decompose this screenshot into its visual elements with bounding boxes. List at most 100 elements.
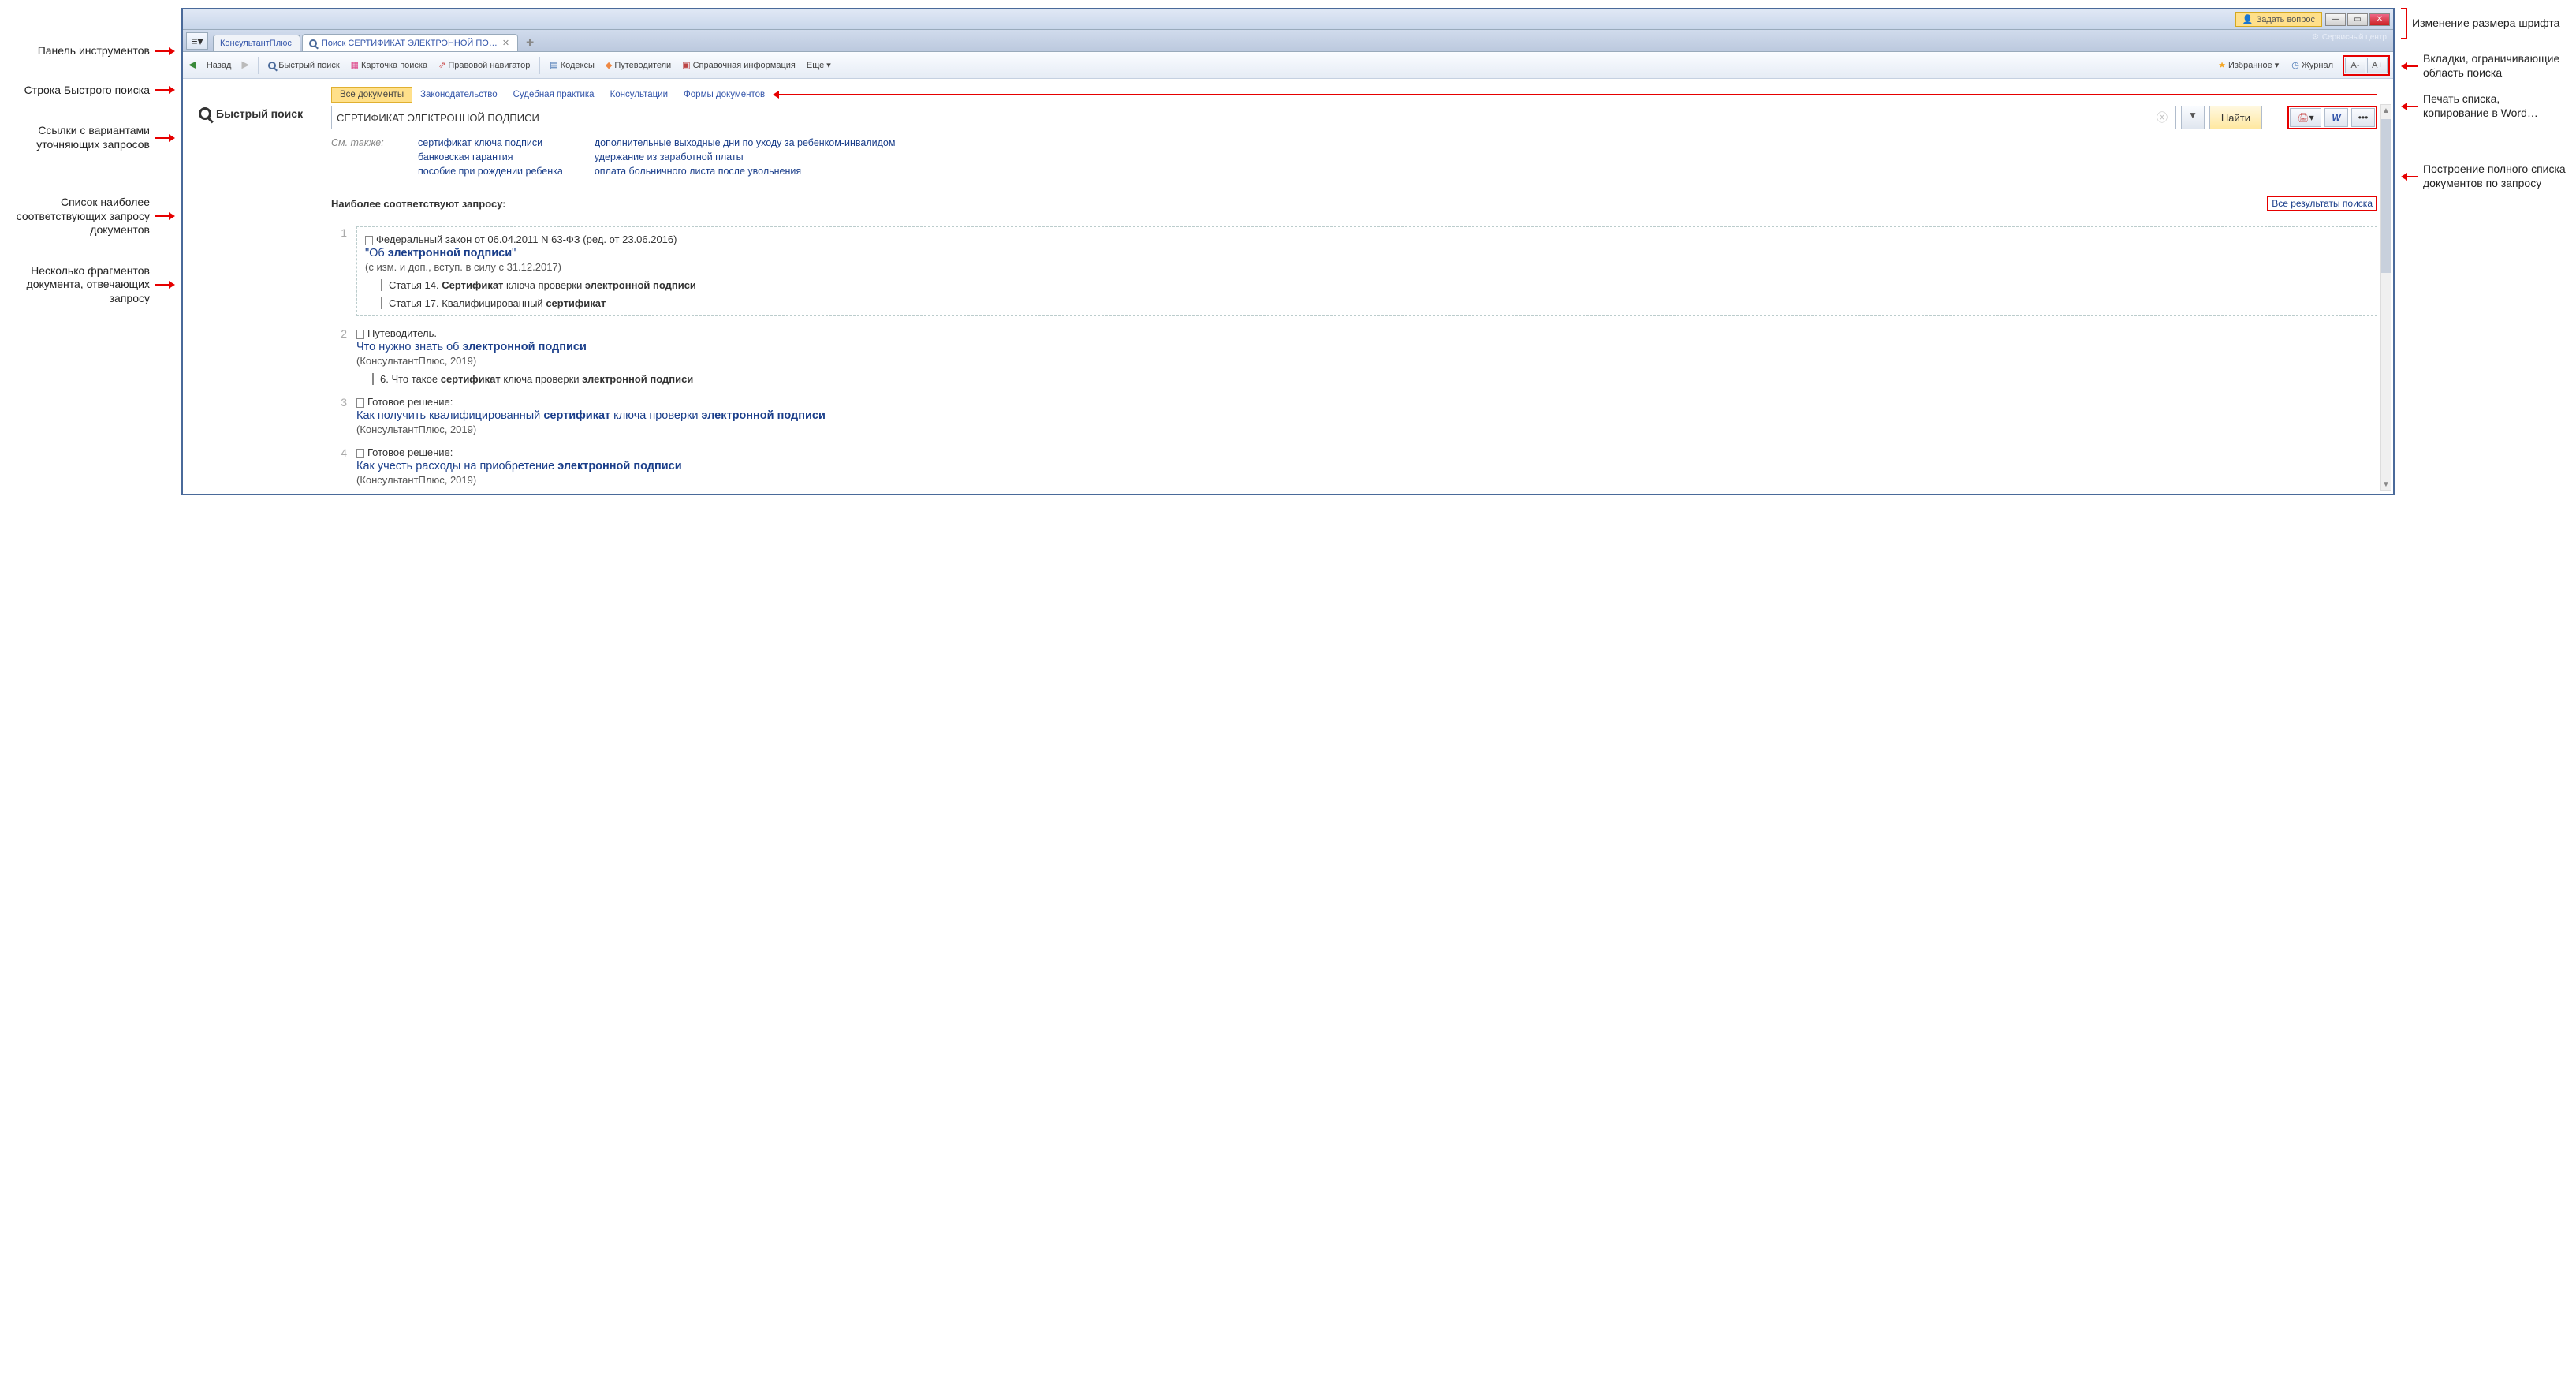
font-decrease-button[interactable]: A- <box>2345 58 2365 73</box>
more-actions-button[interactable]: ••• <box>2351 108 2375 127</box>
maximize-button[interactable]: ▭ <box>2347 13 2368 26</box>
print-button[interactable]: 🖨 ▾ <box>2290 108 2321 127</box>
right-annotations: Изменение размера шрифта Вкладки, ограни… <box>2395 8 2568 195</box>
result-title-link[interactable]: Как получить квалифицированный сертифика… <box>356 409 2377 422</box>
result-fragment[interactable]: Статья 14. Сертификат ключа проверки эле… <box>381 279 2369 291</box>
result-number: 2 <box>331 327 347 385</box>
annotation-fulllist: Построение полного списка документов по … <box>2423 162 2568 190</box>
reference-icon: ▣ <box>682 60 690 70</box>
journal-button[interactable]: ◷Журнал <box>2288 58 2336 72</box>
annotation-arrow <box>779 94 2377 95</box>
result-item: 3 Готовое решение: Как получить квалифиц… <box>331 396 2377 435</box>
star-icon: ★ <box>2218 60 2226 70</box>
filter-all[interactable]: Все документы <box>331 87 412 103</box>
annotation-suggestions: Ссылки с вариантами уточняющих запросов <box>8 124 150 151</box>
tab-close-icon[interactable]: ✕ <box>502 38 509 48</box>
favorites-button[interactable]: ★Избранное ▾ <box>2215 58 2282 72</box>
find-button[interactable]: Найти <box>2209 106 2262 129</box>
clear-icon[interactable]: ⓧ <box>2153 110 2171 125</box>
scroll-thumb[interactable] <box>2381 119 2391 273</box>
back-button[interactable]: Назад <box>203 59 235 72</box>
annotation-scopetabs: Вкладки, ограничивающие область поиска <box>2423 52 2568 80</box>
app-window: 👤 Задать вопрос — ▭ ✕ ≡▾ КонсультантПлюс… <box>181 8 2395 495</box>
search-icon <box>309 39 317 47</box>
document-icon <box>356 449 364 458</box>
minimize-button[interactable]: — <box>2325 13 2346 26</box>
result-title-link[interactable]: "Об электронной подписи" <box>365 247 2369 259</box>
result-fragment[interactable]: Статья 17. Квалифицированный сертификат <box>381 297 2369 309</box>
suggestion-link[interactable]: дополнительные выходные дни по уходу за … <box>595 137 896 148</box>
toolbar: ◄ Назад ► Быстрый поиск ▦Карточка поиска… <box>183 52 2393 79</box>
see-also-label: См. также: <box>331 137 394 180</box>
annotation-printcopy: Печать списка, копирование в Word… <box>2423 92 2568 120</box>
result-number: 4 <box>331 446 347 486</box>
card-icon: ▦ <box>351 60 359 70</box>
result-title-link[interactable]: Что нужно знать об электронной подписи <box>356 341 2377 353</box>
guide-icon: ◆ <box>606 60 612 70</box>
filter-law[interactable]: Законодательство <box>412 88 505 102</box>
search-card-button[interactable]: ▦Карточка поиска <box>348 58 431 72</box>
ask-question-button[interactable]: 👤 Задать вопрос <box>2235 12 2322 27</box>
navigator-button[interactable]: ⇗Правовой навигатор <box>435 58 533 72</box>
navigator-icon: ⇗ <box>438 60 445 70</box>
search-icon <box>268 62 276 69</box>
service-center-link[interactable]: ⚙ Сервисный центр <box>2312 33 2387 42</box>
forward-arrow-icon[interactable]: ► <box>239 58 252 73</box>
quicksearch-label: Быстрый поиск <box>199 107 303 120</box>
back-arrow-icon[interactable]: ◄ <box>186 58 199 73</box>
guides-button[interactable]: ◆Путеводители <box>602 58 674 72</box>
suggestion-link[interactable]: пособие при рождении ребенка <box>418 166 563 177</box>
result-number: 1 <box>331 226 347 316</box>
more-button[interactable]: Еще ▾ <box>803 58 834 72</box>
filter-court[interactable]: Судебная практика <box>505 88 602 102</box>
font-increase-button[interactable]: A+ <box>2367 58 2388 73</box>
quicksearch-button[interactable]: Быстрый поиск <box>265 59 342 72</box>
annotation-toolbar: Панель инструментов <box>38 44 150 58</box>
word-button[interactable]: W <box>2324 108 2348 127</box>
result-title-link[interactable]: Как учесть расходы на приобретение элект… <box>356 460 2377 472</box>
tabs-row: ≡▾ КонсультантПлюс Поиск СЕРТИФИКАТ ЭЛЕК… <box>183 30 2393 52</box>
result-item: 2 Путеводитель. Что нужно знать об элект… <box>331 327 2377 385</box>
action-buttons: 🖨 ▾ W ••• <box>2287 106 2377 129</box>
suggestion-link[interactable]: банковская гарантия <box>418 151 563 162</box>
person-icon: 👤 <box>2242 14 2254 24</box>
annotation-resultslist: Список наиболее соответствующих запросу … <box>8 196 150 237</box>
suggestion-link[interactable]: оплата больничного листа после увольнени… <box>595 166 896 177</box>
tab-home[interactable]: КонсультантПлюс <box>213 35 300 51</box>
search-icon <box>199 107 211 120</box>
fontsize-controls: A- A+ <box>2343 55 2390 76</box>
filter-forms[interactable]: Формы документов <box>676 88 773 102</box>
codex-button[interactable]: ▤Кодексы <box>546 58 598 72</box>
gear-icon: ⚙ <box>2312 33 2319 42</box>
titlebar: 👤 Задать вопрос — ▭ ✕ <box>183 9 2393 30</box>
suggestion-link[interactable]: удержание из заработной платы <box>595 151 896 162</box>
search-box: ⓧ <box>331 106 2176 129</box>
suggestion-link[interactable]: сертификат ключа подписи <box>418 137 563 148</box>
search-input[interactable] <box>337 112 2153 124</box>
document-icon <box>365 236 373 245</box>
main-menu-button[interactable]: ≡▾ <box>186 32 208 50</box>
annotation-fragments: Несколько фрагментов документа, отвечающ… <box>8 264 150 306</box>
results-title: Наиболее соответствуют запросу: <box>331 198 506 210</box>
main-content: Быстрый поиск Все документы Законодатель… <box>183 79 2393 494</box>
document-icon <box>356 398 364 408</box>
scroll-down-icon[interactable]: ▼ <box>2381 479 2391 490</box>
annotation-quicksearch: Строка Быстрого поиска <box>24 84 150 98</box>
tab-search[interactable]: Поиск СЕРТИФИКАТ ЭЛЕКТРОННОЙ ПО… ✕ <box>302 34 518 51</box>
new-tab-button[interactable]: ✚ <box>520 34 540 51</box>
scope-filter-tabs: Все документы Законодательство Судебная … <box>331 87 2377 103</box>
filter-consult[interactable]: Консультации <box>602 88 676 102</box>
print-icon: 🖨 <box>2297 112 2309 123</box>
reference-button[interactable]: ▣Справочная информация <box>679 58 799 72</box>
scrollbar[interactable]: ▲ ▼ <box>2380 104 2391 491</box>
result-item: 1 Федеральный закон от 06.04.2011 N 63-Ф… <box>331 226 2377 316</box>
search-history-dropdown[interactable]: ▼ <box>2181 106 2205 129</box>
word-icon: W <box>2332 112 2340 123</box>
all-results-link[interactable]: Все результаты поиска <box>2267 196 2377 211</box>
left-annotations: Панель инструментов Строка Быстрого поис… <box>8 8 181 310</box>
result-item: 4 Готовое решение: Как учесть расходы на… <box>331 446 2377 486</box>
scroll-up-icon[interactable]: ▲ <box>2381 105 2391 116</box>
result-fragment[interactable]: 6. Что такое сертификат ключа проверки э… <box>372 373 2377 385</box>
codex-icon: ▤ <box>550 60 557 70</box>
close-button[interactable]: ✕ <box>2369 13 2390 26</box>
